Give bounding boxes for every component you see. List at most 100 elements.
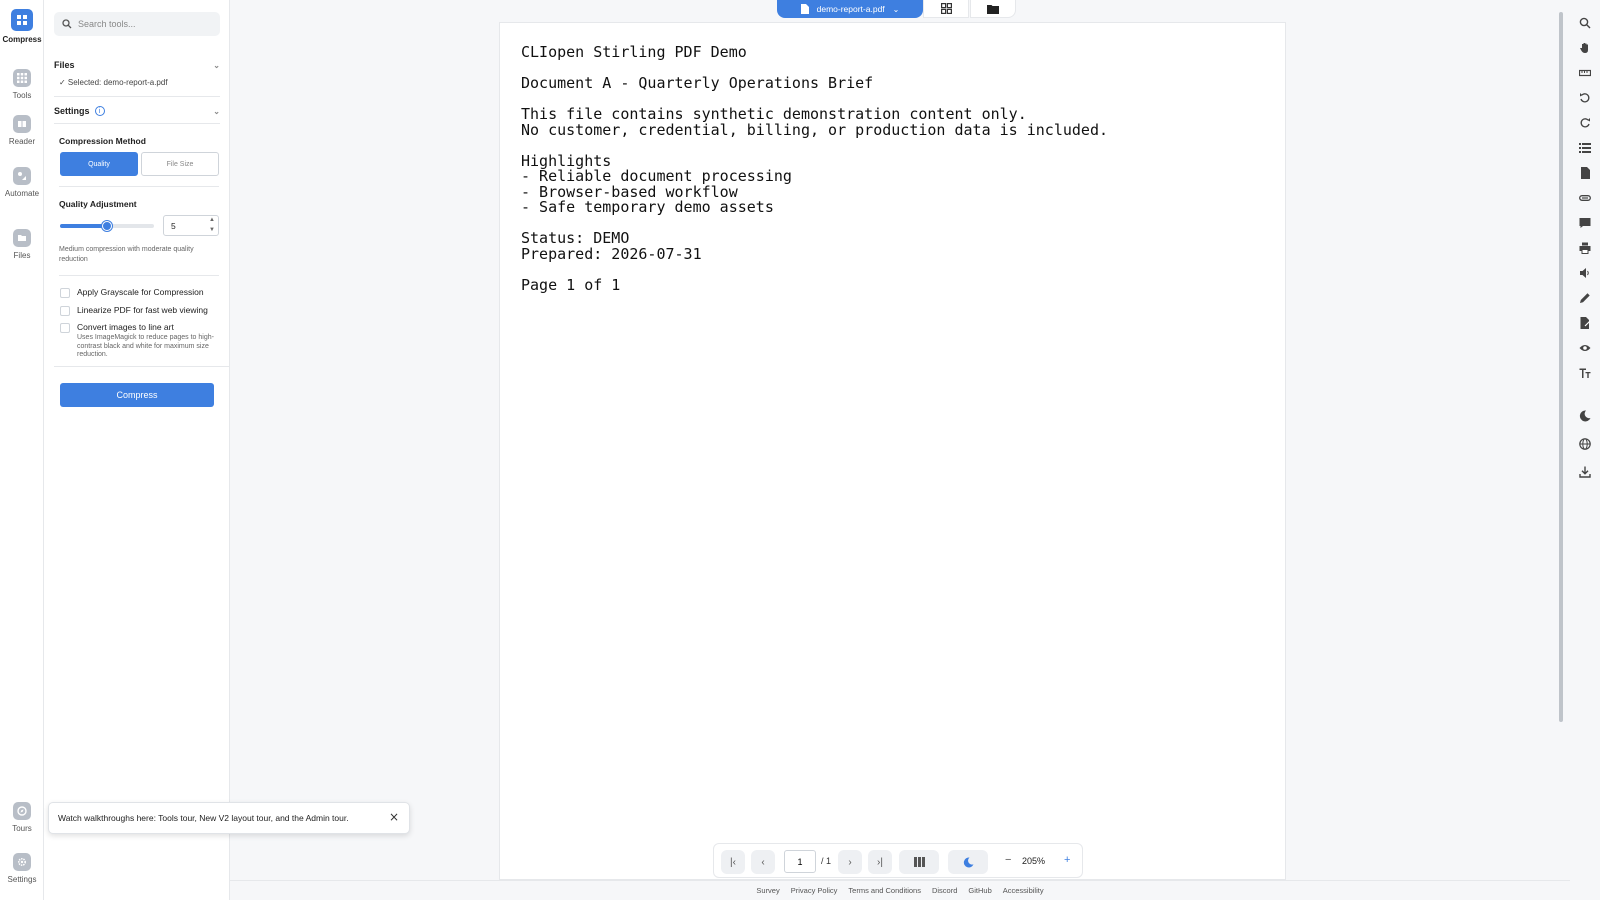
rail-item-files[interactable]: Files bbox=[0, 229, 44, 260]
rail-item-tools[interactable]: Tools bbox=[0, 69, 44, 100]
close-icon[interactable]: × bbox=[389, 810, 399, 824]
pdf-text-line: Page 1 of 1 bbox=[521, 275, 621, 294]
info-icon[interactable]: i bbox=[94, 106, 105, 116]
pdf-text-line: CLIopen Stirling PDF Demo bbox=[521, 43, 747, 61]
search-icon[interactable] bbox=[1578, 16, 1592, 30]
last-page-button[interactable]: ›| bbox=[868, 850, 892, 874]
method-quality-button[interactable]: Quality bbox=[60, 152, 138, 176]
theme-toggle-button[interactable] bbox=[948, 850, 988, 874]
footer-link-accessibility[interactable]: Accessibility bbox=[1003, 886, 1044, 895]
grid-view-tab[interactable] bbox=[923, 0, 969, 18]
zoom-in-button[interactable]: + bbox=[1064, 854, 1070, 866]
quality-value: 5 bbox=[171, 220, 176, 231]
checkbox[interactable] bbox=[60, 306, 70, 316]
chevron-down-icon[interactable]: ▼ bbox=[206, 226, 218, 235]
pen-icon[interactable] bbox=[1578, 291, 1592, 305]
columns-icon bbox=[913, 857, 925, 867]
file-manager-tab[interactable] bbox=[970, 0, 1016, 18]
checkbox[interactable] bbox=[60, 288, 70, 298]
rotate-left-icon[interactable] bbox=[1578, 91, 1592, 105]
rail-label: Automate bbox=[4, 189, 40, 198]
rotate-right-icon[interactable] bbox=[1578, 116, 1592, 130]
download-icon[interactable] bbox=[1578, 465, 1592, 479]
option-linearize[interactable]: Linearize PDF for fast web viewing bbox=[60, 305, 208, 316]
search-input[interactable] bbox=[78, 19, 208, 29]
files-header: Files bbox=[54, 60, 75, 70]
method-filesize-button[interactable]: File Size bbox=[141, 152, 219, 176]
compass-icon bbox=[13, 802, 31, 820]
globe-icon[interactable] bbox=[1578, 437, 1592, 451]
attachment-icon[interactable] bbox=[1578, 191, 1592, 205]
checkbox[interactable] bbox=[60, 323, 70, 333]
quality-slider[interactable] bbox=[60, 221, 154, 231]
chevron-up-icon[interactable]: ▲ bbox=[206, 216, 218, 225]
right-toolbar bbox=[1570, 0, 1600, 900]
slider-thumb[interactable] bbox=[102, 221, 112, 231]
next-page-button[interactable]: › bbox=[838, 850, 862, 874]
footer-link-survey[interactable]: Survey bbox=[756, 886, 779, 895]
last-page-icon: ›| bbox=[877, 856, 883, 868]
rail-item-compress[interactable]: Compress bbox=[0, 9, 44, 44]
footer-link-terms[interactable]: Terms and Conditions bbox=[848, 886, 921, 895]
rail-item-settings[interactable]: Settings bbox=[0, 853, 44, 884]
search-box[interactable] bbox=[54, 12, 220, 36]
pdf-text-line: - Safe temporary demo assets bbox=[521, 198, 774, 216]
file-tab[interactable]: demo-report-a.pdf ⌄ bbox=[777, 0, 923, 18]
option-lineart[interactable]: Convert images to line art Uses ImageMag… bbox=[60, 322, 217, 360]
speaker-icon[interactable] bbox=[1578, 266, 1592, 280]
sign-file-icon[interactable] bbox=[1578, 316, 1592, 330]
divider bbox=[59, 275, 219, 276]
quality-number-input[interactable]: 5 ▲ ▼ bbox=[163, 215, 219, 236]
left-rail: Compress Tools Reader Automate Files Tou… bbox=[0, 0, 44, 900]
book-icon bbox=[13, 115, 31, 133]
option-grayscale[interactable]: Apply Grayscale for Compression bbox=[60, 287, 204, 298]
gear-icon bbox=[13, 853, 31, 871]
option-label: Linearize PDF for fast web viewing bbox=[77, 305, 208, 315]
hand-pan-icon[interactable] bbox=[1578, 41, 1592, 55]
zoom-out-button[interactable]: − bbox=[1005, 854, 1011, 866]
viewer-scrollbar[interactable] bbox=[1559, 12, 1563, 722]
list-icon[interactable] bbox=[1578, 141, 1592, 155]
compression-method-label: Compression Method bbox=[59, 136, 146, 146]
previous-page-button[interactable]: ‹ bbox=[751, 850, 775, 874]
first-page-button[interactable]: |‹ bbox=[721, 850, 745, 874]
comment-icon[interactable] bbox=[1578, 216, 1592, 230]
option-label: Convert images to line art bbox=[77, 322, 174, 332]
rail-item-reader[interactable]: Reader bbox=[0, 115, 44, 146]
dark-mode-icon[interactable] bbox=[1578, 409, 1592, 423]
rail-label: Tools bbox=[12, 91, 32, 100]
toast-text: Watch walkthroughs here: Tools tour, New… bbox=[58, 813, 349, 823]
rail-label: Files bbox=[13, 251, 31, 260]
quality-stepper[interactable]: ▲ ▼ bbox=[206, 216, 218, 235]
zoom-level: 205% bbox=[1022, 856, 1046, 866]
footer-link-github[interactable]: GitHub bbox=[968, 886, 991, 895]
quality-adjustment-label: Quality Adjustment bbox=[59, 199, 137, 209]
compress-icon bbox=[11, 9, 33, 31]
footer-link-privacy[interactable]: Privacy Policy bbox=[791, 886, 838, 895]
rail-item-automate[interactable]: Automate bbox=[0, 167, 44, 198]
bookmark-file-icon[interactable] bbox=[1578, 166, 1592, 180]
selected-file: ✓ Selected: demo-report-a.pdf bbox=[59, 78, 168, 87]
footer-link-discord[interactable]: Discord bbox=[932, 886, 957, 895]
settings-section-header[interactable]: Settings i ⌄ bbox=[54, 106, 220, 116]
file-tab-label: demo-report-a.pdf bbox=[816, 4, 885, 14]
text-size-icon[interactable] bbox=[1578, 366, 1592, 380]
print-icon[interactable] bbox=[1578, 241, 1592, 255]
files-section-header[interactable]: Files ⌄ bbox=[54, 60, 220, 70]
option-description: Uses ImageMagick to reduce pages to high… bbox=[77, 334, 214, 358]
pdf-page: CLIopen Stirling PDF Demo Document A - Q… bbox=[499, 22, 1286, 880]
columns-view-button[interactable] bbox=[899, 850, 939, 874]
first-page-icon: |‹ bbox=[730, 856, 736, 868]
ruler-icon[interactable] bbox=[1578, 66, 1592, 80]
compress-button[interactable]: Compress bbox=[60, 383, 214, 407]
eye-icon[interactable] bbox=[1578, 341, 1592, 355]
page-total: / 1 bbox=[821, 856, 832, 866]
page-number-input[interactable] bbox=[784, 850, 816, 873]
divider bbox=[54, 366, 230, 367]
page-navigation-bar: |‹ ‹ / 1 › ›| − 205% + bbox=[713, 843, 1083, 878]
rail-item-tours[interactable]: Tours bbox=[0, 802, 44, 833]
pdf-text-line: Document A - Quarterly Operations Brief bbox=[521, 74, 874, 92]
rail-label: Settings bbox=[7, 875, 37, 884]
chevron-left-icon: ‹ bbox=[761, 856, 765, 868]
grid-view-icon bbox=[940, 3, 952, 14]
